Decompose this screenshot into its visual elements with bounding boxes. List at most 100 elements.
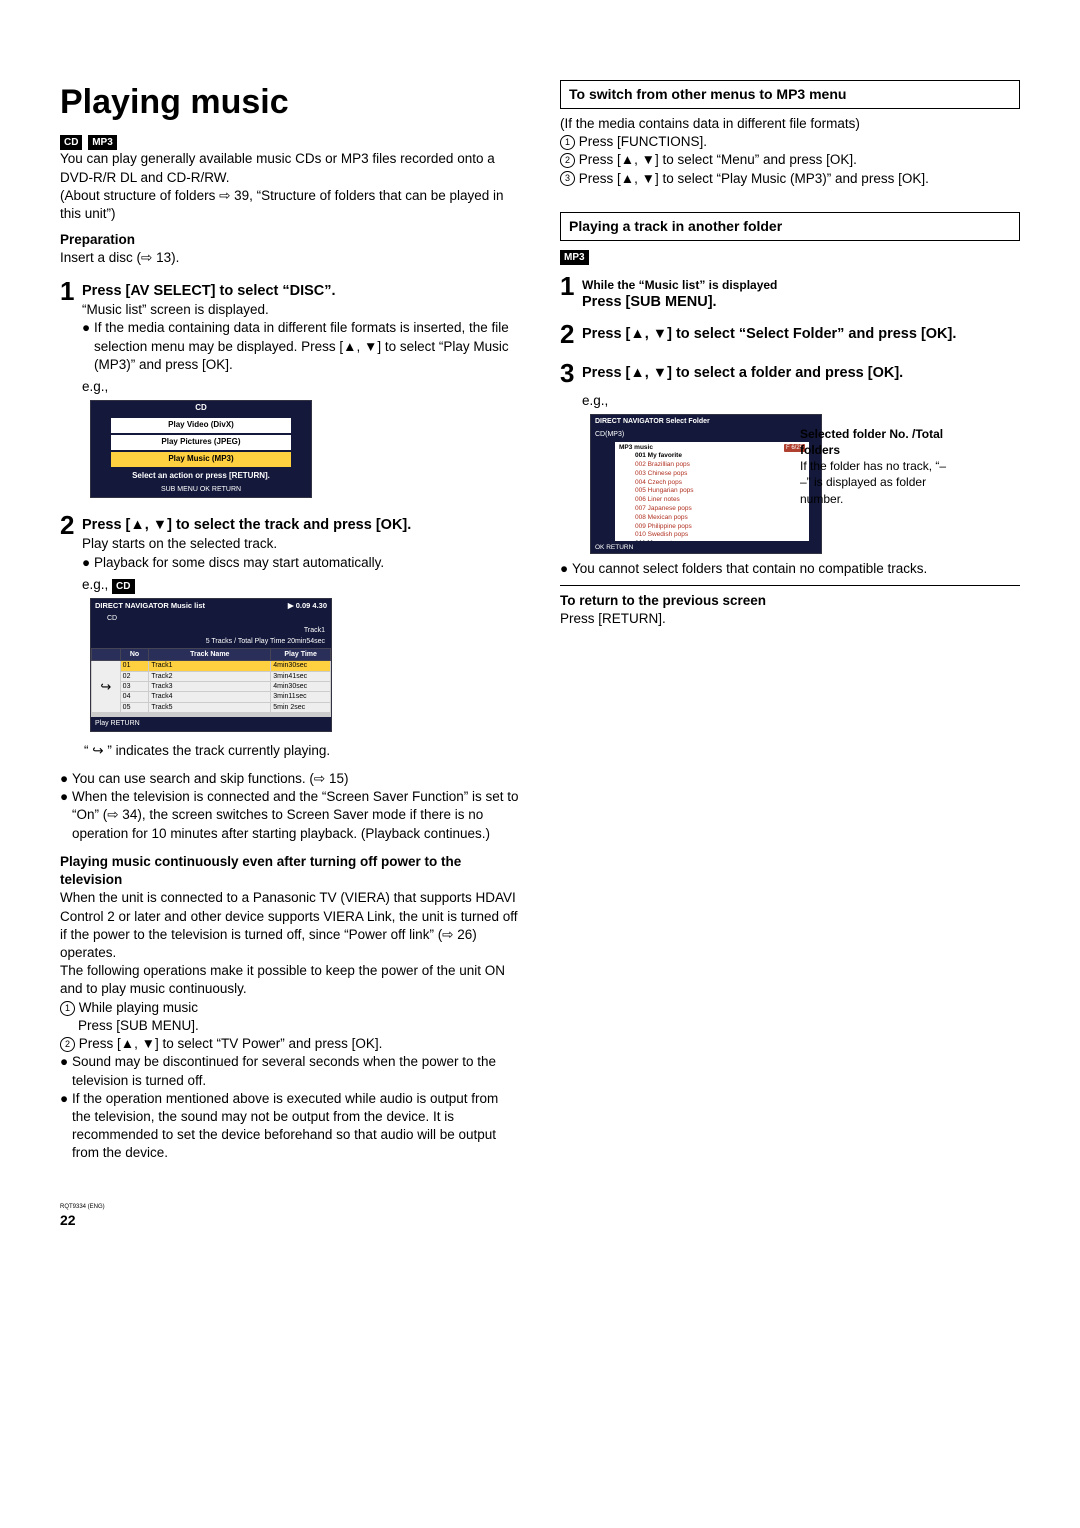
cd-sel-hint: Select an action or press [RETURN].	[91, 469, 311, 484]
badge-cd-inline: CD	[112, 579, 134, 595]
badge-mp3: MP3	[560, 250, 589, 266]
cd-sel-title: CD	[91, 401, 311, 416]
folder-fig-sub: CD(MP3)	[591, 428, 821, 441]
table-row: ↪01Track14min30sec	[92, 661, 331, 671]
cd-sel-row: Play Video (DivX)	[111, 418, 291, 433]
r-step-3-number: 3	[560, 356, 582, 410]
folder-fig-footer: OK RETURN	[591, 543, 821, 554]
musiclist-sub2: Track1	[91, 625, 331, 636]
cont-bullet-2: If the operation mentioned above is exec…	[72, 1090, 520, 1163]
preparation-heading: Preparation	[60, 232, 135, 247]
footer-code: RQT9334 (ENG)	[60, 1203, 1020, 1211]
intro-text-2: (About structure of folders ⇨ 39, “Struc…	[60, 187, 520, 223]
step-2-number: 2	[60, 508, 82, 595]
cont-step-1b: Press [SUB MENU].	[78, 1017, 520, 1035]
cont-p2: The following operations make it possibl…	[60, 962, 520, 998]
page-title: Playing music	[60, 80, 520, 126]
folder-fig-hdr: DIRECT NAVIGATOR Select Folder	[591, 415, 821, 428]
bullet-icon: ●	[60, 1053, 72, 1089]
after-bullet-2: When the television is connected and the…	[72, 788, 520, 843]
r-step-3-title: Press [▲, ▼] to select a folder and pres…	[582, 364, 903, 384]
eg-label-3: e.g.,	[582, 392, 903, 410]
now-playing-icon: ↪	[92, 743, 103, 758]
cd-sel-row-selected: Play Music (MP3)	[111, 452, 291, 467]
step-1-line: “Music list” screen is displayed.	[82, 301, 520, 319]
musiclist-sub1: CD	[91, 613, 331, 624]
circled-2-icon: 2	[60, 1037, 75, 1052]
playing-note: indicates the track currently playing.	[116, 743, 331, 758]
r-step-2-title: Press [▲, ▼] to select “Select Folder” a…	[582, 325, 956, 345]
cd-sel-footer: SUB MENU OK RETURN	[91, 483, 311, 496]
col-playtime: Play Time	[271, 648, 331, 660]
folder-item: 009 Philippine pops	[635, 523, 805, 532]
folder-item: 011 Momento	[635, 540, 805, 541]
badge-mp3: MP3	[88, 135, 117, 151]
after-bullet-1: You can use search and skip functions. (…	[72, 770, 348, 788]
bullet-icon: ●	[560, 560, 572, 578]
annot-text: If the folder has no track, “– –” is dis…	[800, 458, 960, 507]
preparation-text: Insert a disc (⇨ 13).	[60, 250, 179, 265]
circled-2-icon: 2	[560, 153, 575, 168]
bullet-icon: ●	[60, 788, 72, 843]
step-1-bullet: If the media containing data in differen…	[94, 319, 520, 374]
folder-item: 001 My favorite	[635, 452, 805, 461]
bullet-icon: ●	[60, 1090, 72, 1163]
box1-step-3: Press [▲, ▼] to select “Play Music (MP3)…	[579, 171, 929, 186]
circled-1-icon: 1	[560, 135, 575, 150]
box1-step-2: Press [▲, ▼] to select “Menu” and press …	[579, 152, 857, 167]
col-no: No	[120, 648, 149, 660]
col-trackname: Track Name	[149, 648, 271, 660]
folder-tree: MP3 music F 6/25 001 My favorite 002 Bra…	[615, 442, 809, 541]
folder-item: 003 Chinese pops	[635, 470, 805, 479]
step-1-title: Press [AV SELECT] to select “DISC”.	[82, 282, 520, 302]
cont-step-1a: While playing music	[79, 1000, 198, 1015]
folder-root: MP3 music	[619, 444, 653, 453]
folder-note: You cannot select folders that contain n…	[572, 560, 927, 578]
bullet-icon: ●	[60, 770, 72, 788]
folder-item: 004 Czech pops	[635, 479, 805, 488]
figure-folder-selector: DIRECT NAVIGATOR Select Folder CD(MP3) M…	[590, 414, 822, 555]
bullet-icon: ●	[82, 319, 94, 374]
box-heading-other-folder: Playing a track in another folder	[560, 212, 1020, 241]
folder-item: 005 Hungarian pops	[635, 487, 805, 496]
musiclist-sub3: 5 Tracks / Total Play Time 20min54sec	[91, 636, 331, 647]
annot-heading: Selected folder No. /Total folders	[800, 426, 960, 458]
cont-p1: When the unit is connected to a Panasoni…	[60, 889, 520, 962]
table-row: 05Track55min 2sec	[92, 702, 331, 712]
r-step-1-title: Press [SUB MENU].	[582, 293, 777, 313]
box1-line1: (If the media contains data in different…	[560, 115, 1020, 133]
bullet-icon: ●	[82, 554, 94, 572]
step-2-title: Press [▲, ▼] to select the track and pre…	[82, 516, 411, 536]
return-text: Press [RETURN].	[560, 611, 666, 626]
musiclist-hdr-left: DIRECT NAVIGATOR Music list	[95, 601, 205, 611]
cd-sel-row: Play Pictures (JPEG)	[111, 435, 291, 450]
eg-label: e.g.,	[82, 378, 520, 396]
folder-item: 010 Swedish pops	[635, 531, 805, 540]
musiclist-footer: Play RETURN	[91, 717, 331, 730]
musiclist-hdr-time: ▶ 0.09 4.30	[288, 601, 327, 611]
table-row: 03Track34min30sec	[92, 682, 331, 692]
step-1-number: 1	[60, 274, 82, 397]
folder-item: 007 Japanese pops	[635, 505, 805, 514]
circled-3-icon: 3	[560, 171, 575, 186]
r-step-2-number: 2	[560, 317, 582, 352]
page-number: 22	[60, 1211, 1020, 1230]
badge-cd: CD	[60, 135, 82, 151]
return-heading: To return to the previous screen	[560, 593, 766, 608]
continuous-play-heading: Playing music continuously even after tu…	[60, 853, 520, 889]
r-step-1-number: 1	[560, 269, 582, 313]
r-step-1-pre: While the “Music list” is displayed	[582, 277, 777, 293]
cont-step-2: Press [▲, ▼] to select “TV Power” and pr…	[79, 1036, 383, 1051]
folder-item: 006 Liner notes	[635, 496, 805, 505]
cont-bullet-1: Sound may be discontinued for several se…	[72, 1053, 520, 1089]
table-row: 02Track23min41sec	[92, 671, 331, 681]
figure-cd-selector: CD Play Video (DivX) Play Pictures (JPEG…	[90, 400, 312, 497]
folder-item: 002 Brazillian pops	[635, 461, 805, 470]
musiclist-table: No Track Name Play Time ↪01Track14min30s…	[91, 648, 331, 718]
box-heading-switch-menu: To switch from other menus to MP3 menu	[560, 80, 1020, 109]
circled-1-icon: 1	[60, 1001, 75, 1016]
divider	[560, 585, 1020, 586]
eg-label-2: e.g.,	[82, 577, 108, 592]
media-badges: CD MP3	[60, 132, 520, 151]
figure-music-list: DIRECT NAVIGATOR Music list ▶ 0.09 4.30 …	[90, 598, 332, 732]
